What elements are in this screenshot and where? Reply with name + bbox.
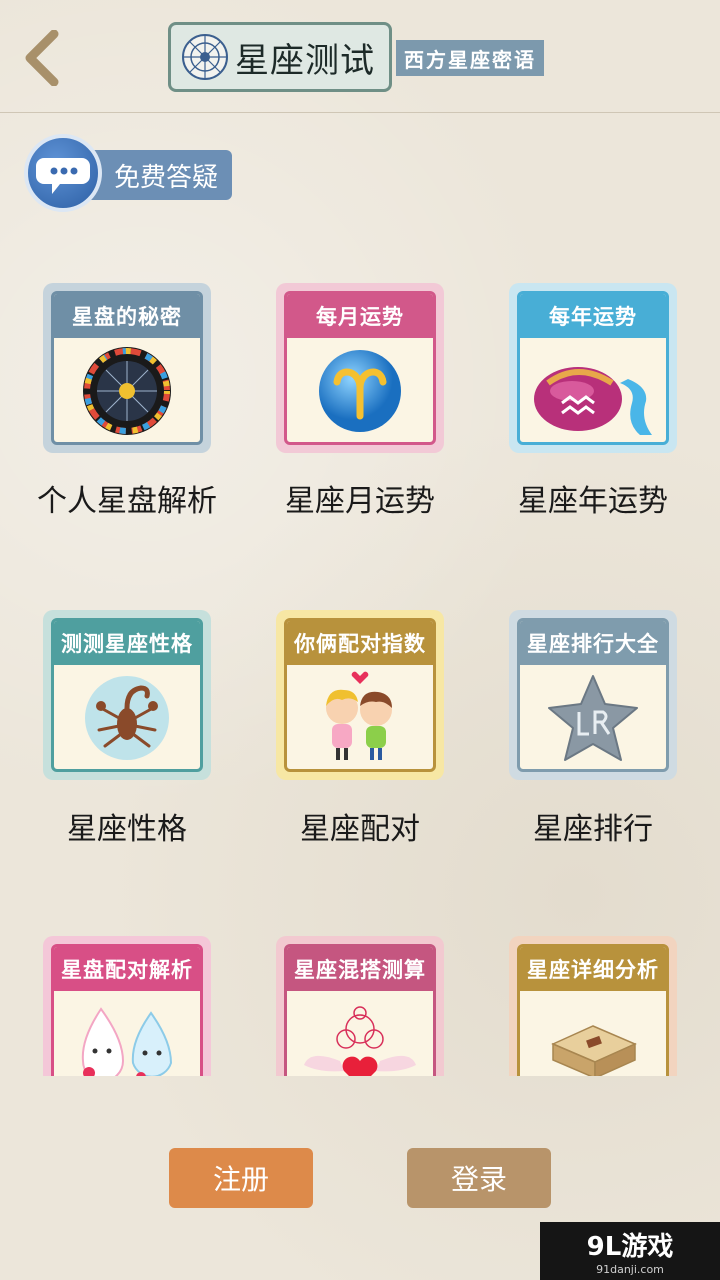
tile-band-title: 星座混搭测算 <box>287 947 433 991</box>
register-button[interactable]: 注册 <box>169 1148 313 1208</box>
tile-band-title: 测测星座性格 <box>54 621 200 665</box>
tile-card: 星座排行大全 <box>517 618 669 772</box>
tile-band-title: 星座详细分析 <box>520 947 666 991</box>
tile-band-title: 每月运势 <box>287 294 433 338</box>
feature-grid: 星盘的秘密 每月运势 每年运势 个人星盘解析 星座月运势 星座年运势 测测星座性… <box>0 0 720 1076</box>
tile-ranking[interactable]: 星座排行大全 <box>509 610 677 780</box>
tile-card: 每月运势 <box>284 291 436 445</box>
tile-label-natal-chart[interactable]: 个人星盘解析 <box>11 476 243 520</box>
tile-mix-calc[interactable]: 星座混搭测算 <box>276 936 444 1076</box>
tile-band-title: 每年运势 <box>520 294 666 338</box>
tile-label-ranking[interactable]: 星座排行 <box>477 804 709 848</box>
tile-band-title: 星盘配对解析 <box>54 947 200 991</box>
tile-yearly-fortune[interactable]: 每年运势 <box>509 283 677 453</box>
site-watermark: 9L游戏 91danji.com <box>540 1222 720 1280</box>
tile-label-monthly-fortune[interactable]: 星座月运势 <box>244 476 476 520</box>
tile-band-title: 星座排行大全 <box>520 621 666 665</box>
tile-card: 你俩配对指数 <box>284 618 436 772</box>
tile-card: 星座混搭测算 <box>284 944 436 1076</box>
water-drop-couple-icon <box>81 1007 173 1076</box>
tile-personality[interactable]: 测测星座性格 <box>43 610 211 780</box>
tile-natal-chart[interactable]: 星盘的秘密 <box>43 283 211 453</box>
kissing-couple-icon <box>326 671 392 760</box>
winged-heart-icon <box>304 1006 416 1076</box>
wooden-box-icon <box>551 1025 637 1076</box>
tile-band-title: 星盘的秘密 <box>54 294 200 338</box>
aquarius-jar-icon <box>534 367 652 435</box>
tile-card: 星盘配对解析 <box>51 944 203 1076</box>
tile-label-matching[interactable]: 星座配对 <box>244 804 476 848</box>
login-button[interactable]: 登录 <box>407 1148 551 1208</box>
stone-star-icon <box>548 675 638 761</box>
watermark-logo-text: 9L游戏 <box>586 1232 674 1262</box>
tile-card: 每年运势 <box>517 291 669 445</box>
watermark-domain: 91danji.com <box>596 1263 664 1276</box>
tile-card: 星座详细分析 <box>517 944 669 1076</box>
scorpion-icon <box>85 676 169 760</box>
tile-label-yearly-fortune[interactable]: 星座年运势 <box>477 476 709 520</box>
tile-card: 测测星座性格 <box>51 618 203 772</box>
tile-detailed-analysis[interactable]: 星座详细分析 <box>509 936 677 1076</box>
tile-chart-matching[interactable]: 星盘配对解析 <box>43 936 211 1076</box>
tile-card: 星盘的秘密 <box>51 291 203 445</box>
aries-symbol-icon <box>319 350 401 432</box>
natal-chart-wheel-icon <box>83 347 171 435</box>
tile-band-title: 你俩配对指数 <box>287 621 433 665</box>
tile-matching[interactable]: 你俩配对指数 <box>276 610 444 780</box>
tile-label-personality[interactable]: 星座性格 <box>11 804 243 848</box>
tile-monthly-fortune[interactable]: 每月运势 <box>276 283 444 453</box>
